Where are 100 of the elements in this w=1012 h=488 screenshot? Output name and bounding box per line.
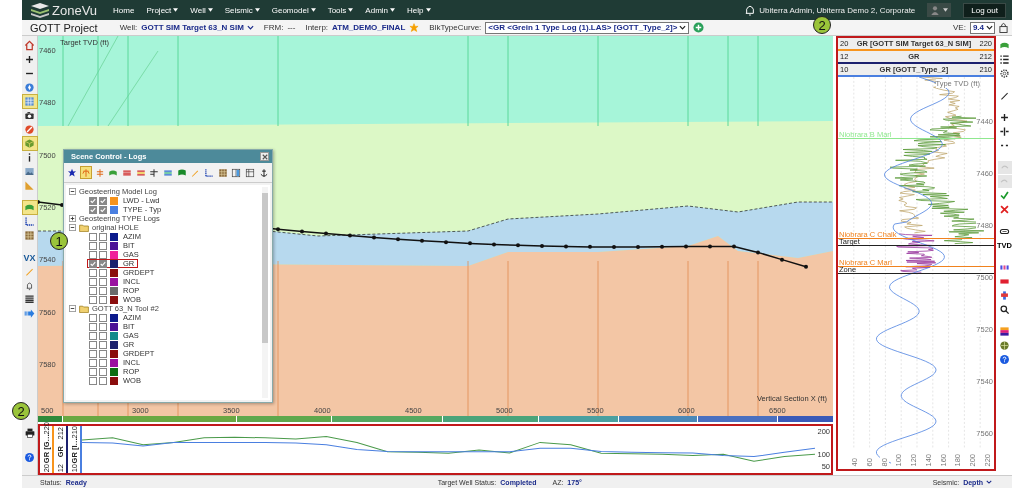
help-icon[interactable] — [24, 452, 35, 463]
color-swatch[interactable] — [110, 331, 118, 340]
checkbox[interactable] — [99, 286, 107, 295]
checkbox[interactable] — [89, 196, 97, 205]
checkbox[interactable] — [89, 358, 97, 367]
help-icon — [999, 354, 1010, 365]
checkbox[interactable] — [89, 250, 97, 259]
checkbox[interactable] — [89, 340, 97, 349]
checkbox[interactable] — [99, 322, 107, 331]
color-swatch[interactable] — [110, 295, 118, 304]
caret-icon — [986, 480, 992, 484]
checkbox[interactable] — [89, 259, 97, 268]
expander-icon[interactable] — [69, 305, 76, 312]
checkbox[interactable] — [99, 259, 107, 268]
color-swatch[interactable] — [110, 268, 118, 277]
color-swatch[interactable] — [110, 349, 118, 358]
checkbox[interactable] — [89, 322, 97, 331]
type-curve-label: BlkTypeCurve: — [429, 23, 482, 32]
checkbox[interactable] — [99, 313, 107, 322]
toolbar-button[interactable] — [997, 325, 1012, 338]
checkbox[interactable] — [99, 367, 107, 376]
interp-value[interactable]: ATM_DEMO_FINAL — [332, 23, 406, 32]
checkbox[interactable] — [89, 349, 97, 358]
checkbox[interactable] — [99, 232, 107, 241]
scrollbar[interactable] — [262, 187, 268, 398]
type-curve-select[interactable]: <GR <Grein 1 Type Log (1).LAS> [GOTT_Type_2]> — [485, 21, 690, 34]
caret-icon — [679, 25, 687, 30]
checkbox[interactable] — [99, 196, 107, 205]
color-swatch[interactable] — [110, 232, 118, 241]
color-swatch[interactable] — [110, 358, 118, 367]
star-icon[interactable] — [409, 22, 420, 33]
print-icon[interactable] — [24, 428, 35, 438]
user-menu-button[interactable] — [927, 3, 952, 17]
lines-icon — [163, 167, 174, 178]
bars-icon — [999, 262, 1010, 273]
logout-button[interactable]: Log out — [963, 2, 1006, 18]
color-swatch[interactable] — [110, 286, 118, 295]
checkbox[interactable] — [89, 376, 97, 385]
checkbox[interactable] — [89, 268, 97, 277]
checkbox[interactable] — [99, 376, 107, 385]
expander-icon[interactable] — [69, 215, 76, 222]
expander-icon[interactable] — [69, 224, 76, 231]
color-swatch[interactable] — [110, 376, 118, 385]
color-swatch[interactable] — [110, 196, 118, 205]
checkbox[interactable] — [89, 241, 97, 250]
menu-item[interactable]: Project — [146, 5, 179, 15]
menu-item[interactable]: Help — [407, 5, 431, 15]
menu-item[interactable]: Geomodel — [271, 5, 316, 15]
vx-button[interactable]: VX — [22, 251, 37, 264]
color-swatch[interactable] — [110, 367, 118, 376]
checkbox[interactable] — [89, 232, 97, 241]
toolbar-button[interactable] — [997, 53, 1012, 66]
pencil-icon — [999, 90, 1010, 101]
camera-icon — [24, 110, 35, 121]
checkbox[interactable] — [99, 241, 107, 250]
toolbar-button[interactable] — [997, 125, 1012, 138]
color-swatch[interactable] — [110, 340, 118, 349]
color-swatch[interactable] — [110, 241, 118, 250]
checkbox[interactable] — [99, 358, 107, 367]
caret-icon — [986, 25, 993, 30]
color-swatch[interactable] — [110, 259, 118, 268]
menu-item[interactable]: Seismic — [224, 5, 260, 15]
menu-item[interactable]: Tools — [327, 5, 354, 15]
lock-icon[interactable] — [999, 22, 1008, 33]
toolbar-button[interactable] — [22, 109, 37, 122]
checkbox[interactable] — [99, 331, 107, 340]
checkbox[interactable] — [99, 268, 107, 277]
bell-icon[interactable] — [745, 4, 756, 16]
checkbox[interactable] — [89, 205, 97, 214]
checkbox[interactable] — [99, 205, 107, 214]
caret-icon — [173, 8, 179, 12]
color-swatch[interactable] — [110, 313, 118, 322]
color-swatch[interactable] — [110, 205, 118, 214]
frm-value: --- — [287, 23, 296, 32]
checkbox[interactable] — [89, 277, 97, 286]
well-dropdown[interactable]: GOTT SIM Target 63_N SIM — [141, 23, 254, 32]
checkbox[interactable] — [99, 250, 107, 259]
expander-icon[interactable] — [69, 188, 76, 195]
menu-item[interactable]: Admin — [365, 5, 396, 15]
menu-item[interactable]: Home — [113, 5, 135, 15]
checkbox[interactable] — [99, 340, 107, 349]
color-swatch[interactable] — [110, 250, 118, 259]
add-icon[interactable] — [693, 22, 705, 33]
color-swatch[interactable] — [110, 322, 118, 331]
user-silhouette-icon — [930, 5, 941, 15]
checkbox[interactable] — [99, 295, 107, 304]
checkbox[interactable] — [89, 313, 97, 322]
checkbox[interactable] — [89, 331, 97, 340]
menu-item[interactable]: Well — [190, 5, 213, 15]
checkbox[interactable] — [99, 277, 107, 286]
link-icon — [999, 226, 1010, 237]
checkbox[interactable] — [99, 349, 107, 358]
close-button[interactable] — [260, 152, 269, 161]
ve-select[interactable]: 9.4 — [969, 21, 995, 34]
toolbar-button[interactable] — [22, 293, 37, 306]
toolbar-button[interactable] — [997, 303, 1012, 316]
color-swatch[interactable] — [110, 277, 118, 286]
checkbox[interactable] — [89, 295, 97, 304]
checkbox[interactable] — [89, 367, 97, 376]
checkbox[interactable] — [89, 286, 97, 295]
